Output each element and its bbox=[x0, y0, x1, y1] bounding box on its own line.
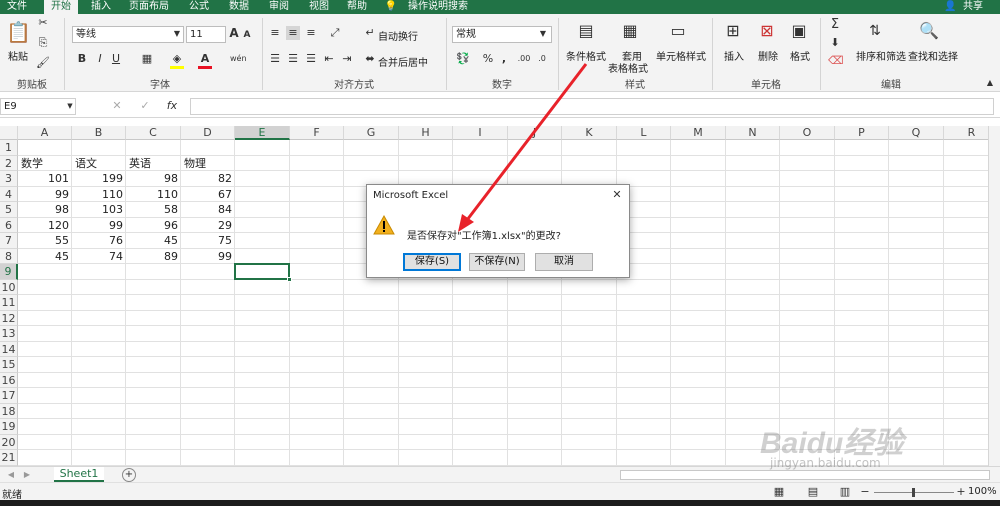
annotation-arrow bbox=[458, 63, 588, 232]
